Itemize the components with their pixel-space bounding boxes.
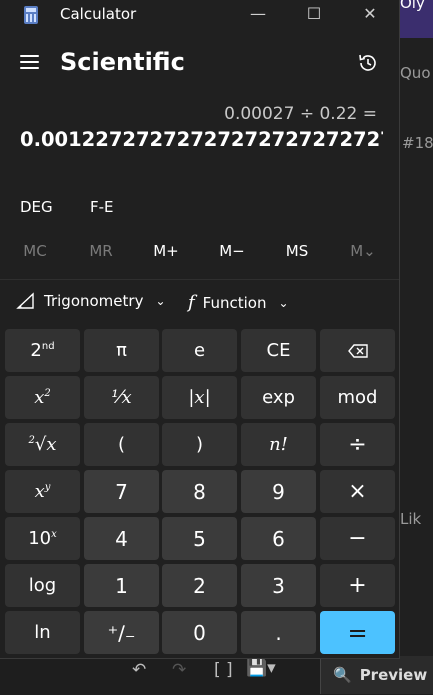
angle-mode-button[interactable]: DEG bbox=[20, 198, 53, 216]
digit-9-button[interactable]: 9 bbox=[241, 470, 316, 513]
fe-button[interactable]: F-E bbox=[90, 198, 114, 216]
open-paren-button[interactable]: ( bbox=[84, 423, 159, 466]
history-icon[interactable] bbox=[357, 52, 379, 74]
square-root-label: 2√x bbox=[28, 434, 57, 455]
memory-store-button[interactable]: MS bbox=[272, 242, 322, 260]
mod-button[interactable]: mod bbox=[320, 376, 395, 419]
chevron-down-icon: ⌄ bbox=[155, 294, 166, 308]
digit-6-button[interactable]: 6 bbox=[241, 517, 316, 560]
memory-add-button[interactable]: M+ bbox=[141, 242, 191, 260]
square-label: x2 bbox=[34, 387, 51, 408]
background-top-text: Oly bbox=[400, 0, 425, 12]
decimal-button[interactable]: . bbox=[241, 611, 316, 654]
preview-label: Preview bbox=[359, 666, 428, 684]
power-button[interactable]: xy bbox=[5, 470, 80, 513]
negate-button[interactable]: ⁺∕₋ bbox=[84, 611, 159, 654]
mode-title: Scientific bbox=[60, 48, 185, 76]
exp-button[interactable]: exp bbox=[241, 376, 316, 419]
memory-row: MC MR M+ M− MS M⌄ bbox=[0, 238, 399, 266]
window-title: Calculator bbox=[60, 5, 137, 23]
background-like-text: Lik bbox=[400, 510, 422, 528]
redo-icon[interactable]: ↷ bbox=[172, 660, 186, 680]
divider bbox=[0, 279, 399, 280]
trigonometry-label: Trigonometry bbox=[44, 292, 144, 310]
memory-clear-button[interactable]: MC bbox=[10, 242, 60, 260]
pi-button[interactable]: π bbox=[84, 329, 159, 372]
backspace-icon bbox=[347, 343, 368, 358]
triangle-icon bbox=[16, 292, 34, 309]
expression-display: 0.00027 ÷ 0.22 = bbox=[224, 104, 377, 124]
digit-2-button[interactable]: 2 bbox=[162, 564, 237, 607]
undo-icon[interactable]: ↶ bbox=[132, 660, 146, 680]
digit-7-button[interactable]: 7 bbox=[84, 470, 159, 513]
close-button[interactable]: ✕ bbox=[350, 2, 390, 26]
title-bar[interactable]: Calculator — ☐ ✕ bbox=[0, 0, 399, 30]
log-button[interactable]: log bbox=[5, 564, 80, 607]
function-label: Function bbox=[202, 293, 267, 312]
ten-power-button[interactable]: 10x bbox=[5, 517, 80, 560]
memory-recall-button[interactable]: MR bbox=[76, 242, 126, 260]
brackets-icon[interactable]: [ ] bbox=[214, 660, 233, 680]
square-button[interactable]: x2 bbox=[5, 376, 80, 419]
background-header: Oly bbox=[398, 0, 433, 38]
backspace-button[interactable] bbox=[320, 329, 395, 372]
calculator-window: Calculator — ☐ ✕ Scientific 0.00027 ÷ 0.… bbox=[0, 0, 400, 659]
maximize-button[interactable]: ☐ bbox=[294, 2, 334, 26]
preview-button[interactable]: 🔍 Preview bbox=[320, 656, 433, 694]
subtract-button[interactable]: − bbox=[320, 517, 395, 560]
function-row: Trigonometry ⌄ f Function ⌄ bbox=[0, 288, 399, 320]
absolute-button[interactable]: |x| bbox=[162, 376, 237, 419]
preview-icon: 🔍 bbox=[333, 666, 352, 684]
clear-entry-button[interactable]: CE bbox=[241, 329, 316, 372]
calculator-app-icon bbox=[24, 6, 38, 24]
trigonometry-dropdown[interactable]: Trigonometry ⌄ bbox=[16, 292, 166, 310]
add-button[interactable]: + bbox=[320, 564, 395, 607]
hamburger-menu-icon[interactable] bbox=[20, 54, 39, 70]
digit-3-button[interactable]: 3 bbox=[241, 564, 316, 607]
background-hash-text: #18 bbox=[402, 134, 433, 152]
background-quote-text: Quo bbox=[400, 64, 431, 82]
reciprocal-label: ¹⁄x bbox=[111, 387, 132, 408]
close-paren-button[interactable]: ) bbox=[162, 423, 237, 466]
equals-button[interactable]: = bbox=[320, 611, 395, 654]
digit-5-button[interactable]: 5 bbox=[162, 517, 237, 560]
digit-8-button[interactable]: 8 bbox=[162, 470, 237, 513]
divide-button[interactable]: ÷ bbox=[320, 423, 395, 466]
save-icon[interactable]: 💾▾ bbox=[246, 658, 276, 678]
factorial-button[interactable]: n! bbox=[241, 423, 316, 466]
second-button[interactable]: 2nd bbox=[5, 329, 80, 372]
multiply-button[interactable]: × bbox=[320, 470, 395, 513]
absolute-label: |x| bbox=[188, 387, 211, 408]
chevron-down-icon: ⌄ bbox=[278, 295, 289, 310]
power-label: xy bbox=[34, 481, 51, 502]
ten-power-label: 10x bbox=[28, 528, 57, 549]
digit-0-button[interactable]: 0 bbox=[162, 611, 237, 654]
memory-subtract-button[interactable]: M− bbox=[207, 242, 257, 260]
digit-4-button[interactable]: 4 bbox=[84, 517, 159, 560]
function-f-icon: f bbox=[188, 292, 195, 313]
second-label: 2nd bbox=[30, 340, 55, 361]
factorial-label: n! bbox=[269, 434, 288, 455]
reciprocal-button[interactable]: ¹⁄x bbox=[84, 376, 159, 419]
ln-button[interactable]: ln bbox=[5, 611, 80, 654]
digit-1-button[interactable]: 1 bbox=[84, 564, 159, 607]
memory-list-button[interactable]: M⌄ bbox=[338, 242, 388, 260]
result-display: 0.001227272727272727272727272727 bbox=[20, 128, 383, 151]
e-button[interactable]: e bbox=[162, 329, 237, 372]
function-dropdown[interactable]: f Function ⌄ bbox=[188, 292, 289, 313]
minimize-button[interactable]: — bbox=[238, 2, 278, 26]
square-root-button[interactable]: 2√x bbox=[5, 423, 80, 466]
